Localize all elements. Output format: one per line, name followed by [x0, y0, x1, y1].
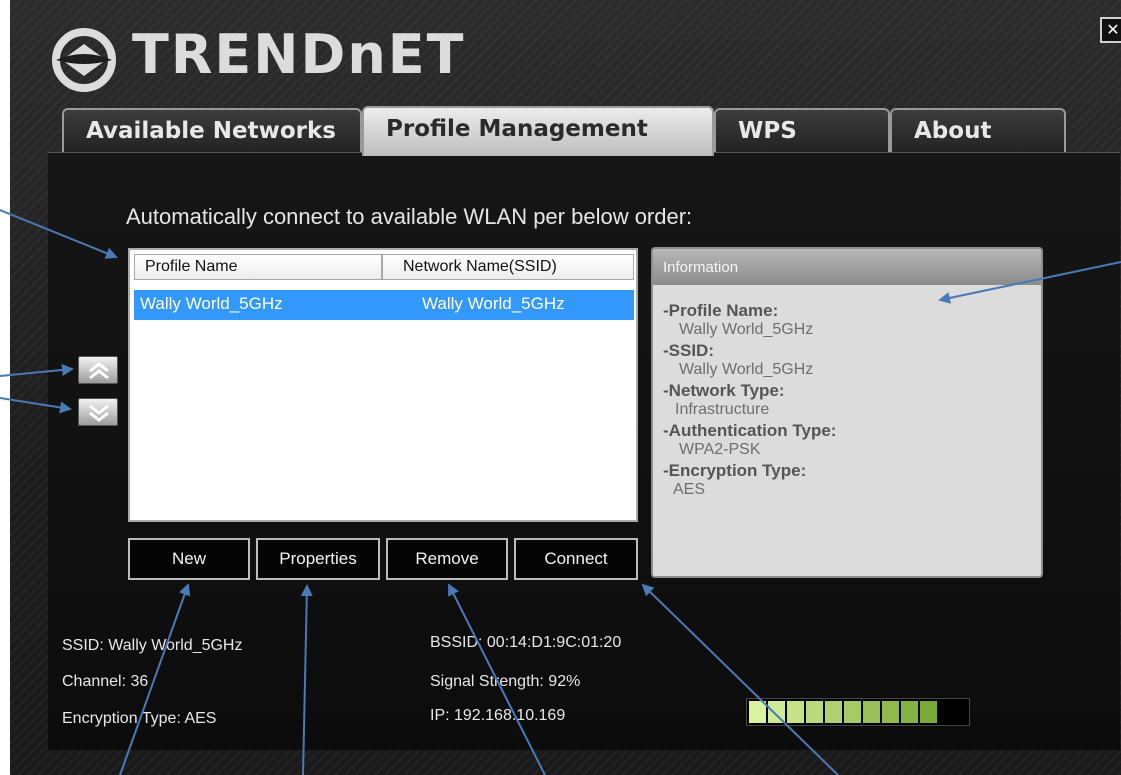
annotation-arrow-new: [119, 583, 191, 775]
annotation-arrows: [0, 209, 1121, 775]
annotation-arrow-connect: [641, 583, 839, 775]
annotation-arrow-info: [938, 261, 1121, 304]
annotation-arrow-down: [0, 397, 72, 414]
annotation-arrow-up: [0, 363, 74, 377]
annotation-arrow-list: [0, 209, 118, 259]
annotation-arrow-properties: [300, 584, 313, 775]
annotation-arrow-remove: [448, 583, 546, 775]
